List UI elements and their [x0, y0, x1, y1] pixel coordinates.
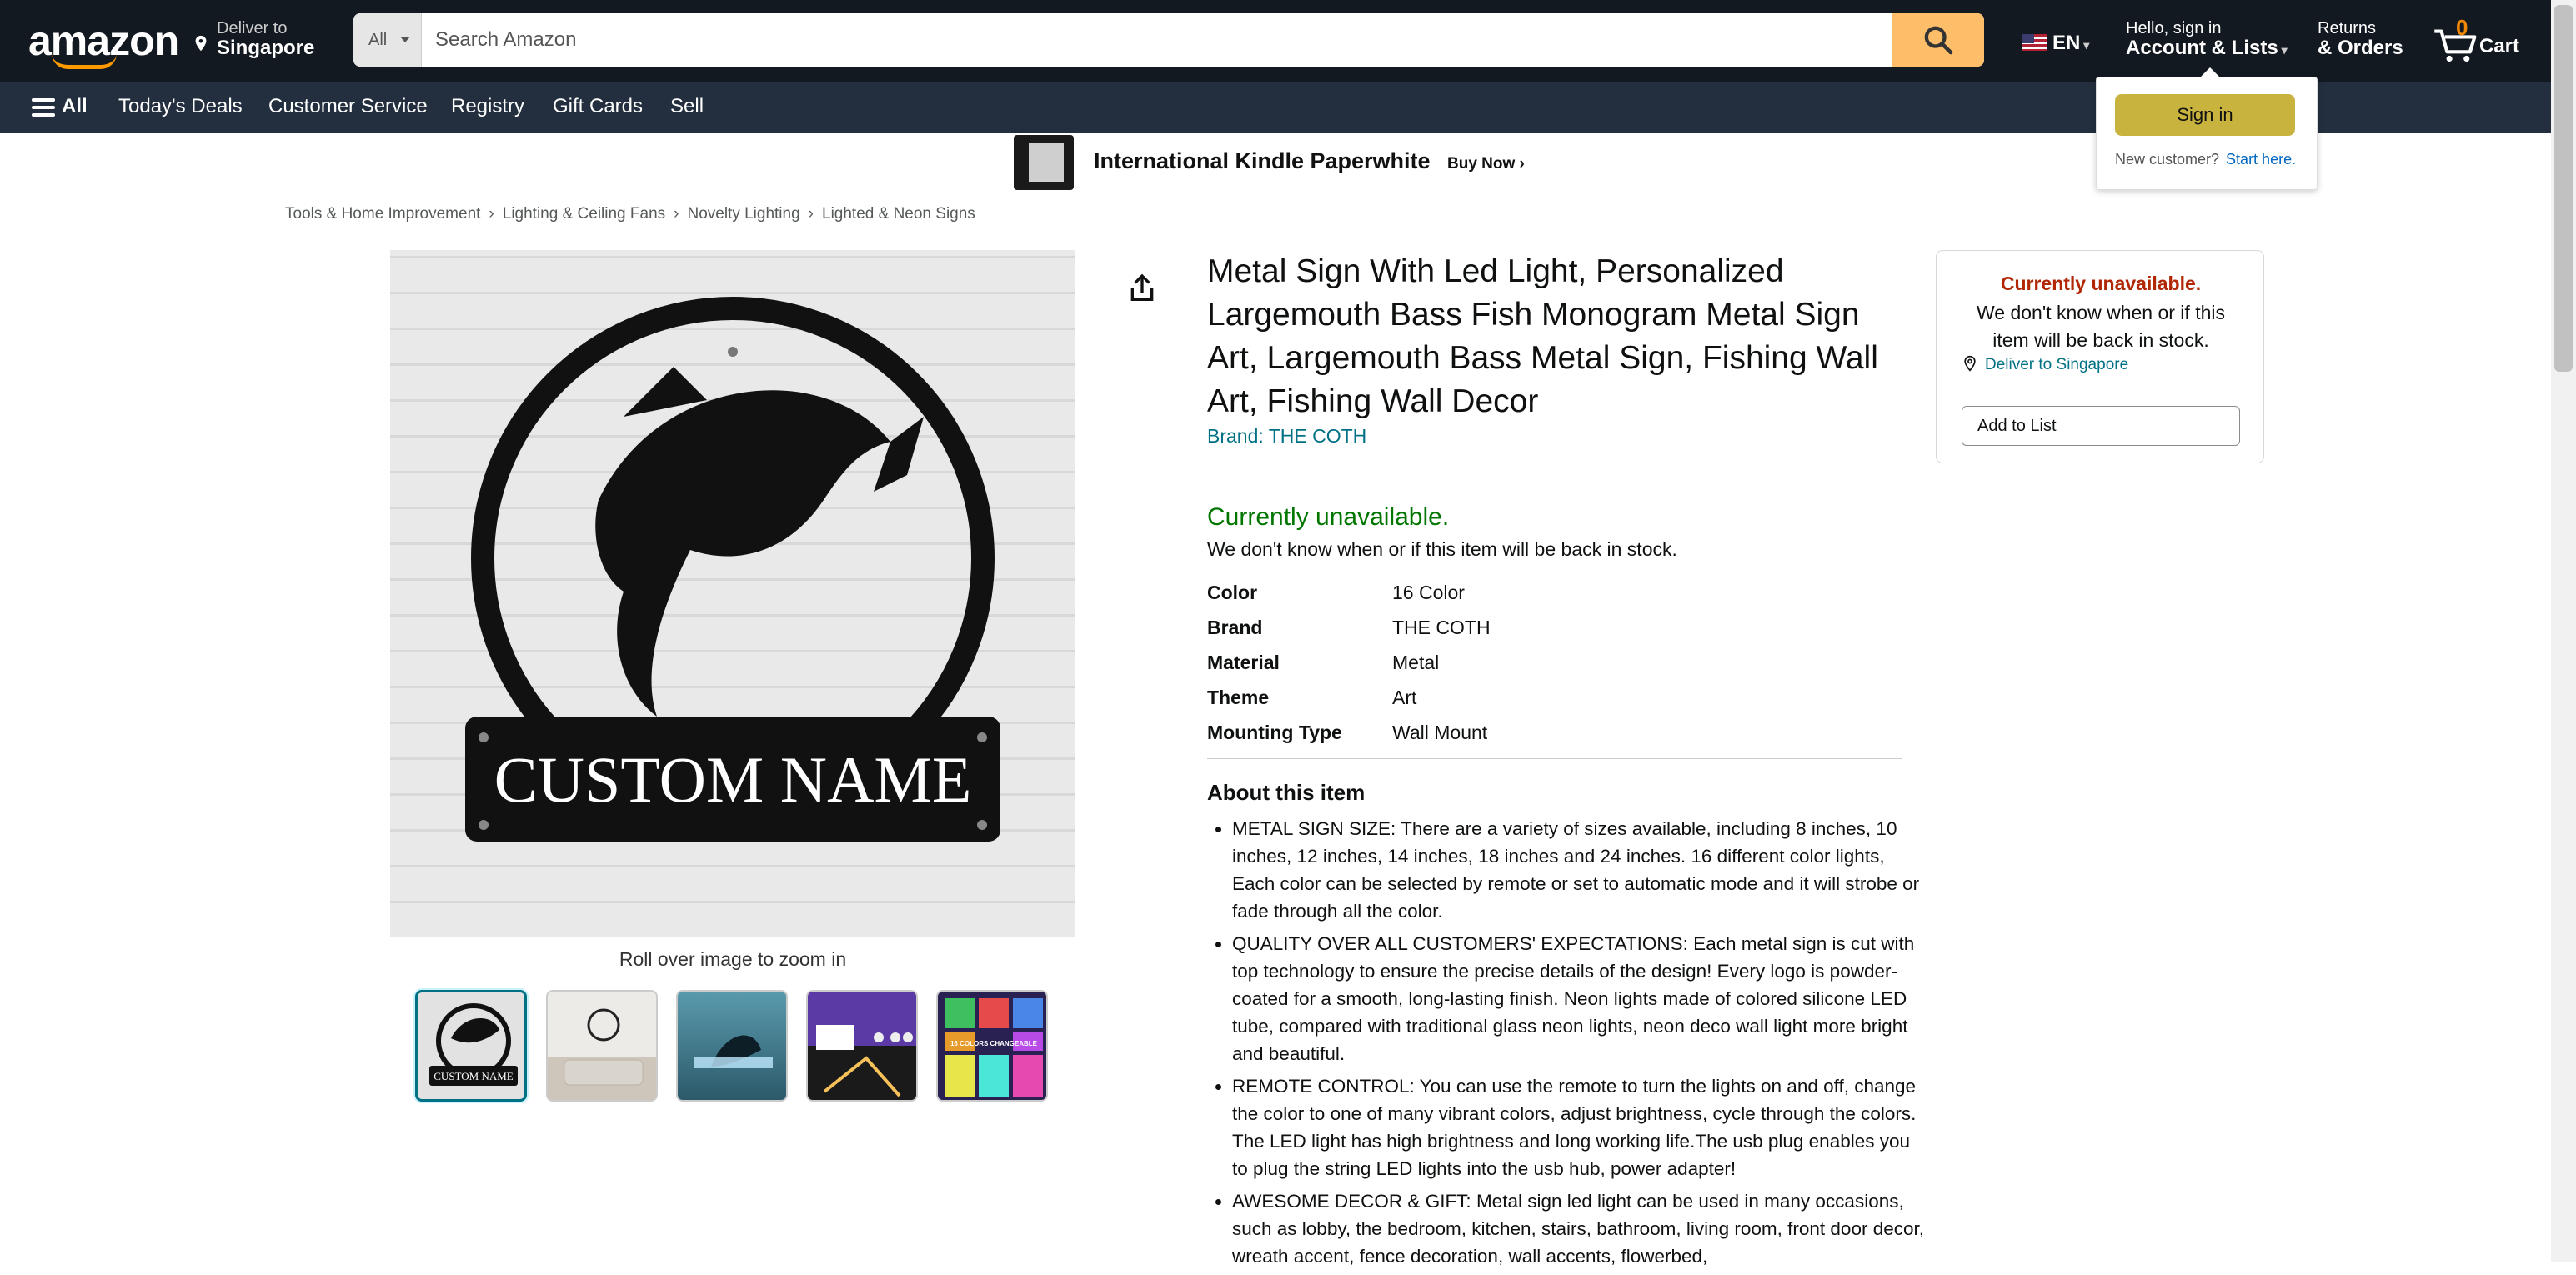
deliver-label: Deliver to	[217, 19, 288, 38]
sign-text: CUSTOM NAME	[494, 743, 972, 816]
cart-icon	[2434, 29, 2477, 62]
cart-button[interactable]: 0 Cart	[2431, 15, 2524, 65]
top-nav-bar: amazon Deliver to Singapore All EN ▾ Hel…	[0, 0, 2576, 82]
amazon-logo-smile	[52, 53, 117, 69]
start-here-link[interactable]: Start here.	[2226, 151, 2296, 168]
thumbnail-bass-image: CUSTOM NAME	[429, 1003, 518, 1086]
nav-todays-deals[interactable]: Today's Deals	[118, 95, 243, 118]
hamburger-menu-icon[interactable]	[32, 98, 55, 117]
signin-flyout: Sign in New customer? Start here.	[2096, 68, 2318, 190]
search-button[interactable]	[1892, 13, 1984, 67]
search-input[interactable]	[422, 13, 1892, 67]
caret-down-icon	[399, 37, 410, 42]
bullet-item: AWESOME DECOR & GIFT: Metal sign led lig…	[1232, 1188, 1927, 1270]
deliver-location: Singapore	[217, 37, 315, 59]
zoom-hint: Roll over image to zoom in	[619, 948, 847, 970]
thumbnail-livingroom-image	[564, 1008, 644, 1086]
page-scrollbar[interactable]	[2551, 0, 2576, 1262]
spec-value: 16 Color	[1392, 582, 1465, 603]
banner-title[interactable]: International Kindle Paperwhite	[1094, 148, 1431, 174]
search-bar: All	[353, 13, 1984, 67]
breadcrumb-separator: ›	[674, 205, 679, 222]
buybox-status: Currently unavailable.	[2000, 272, 2202, 294]
about-bullets: METAL SIGN SIZE: There are a variety of …	[1207, 815, 1927, 1275]
thumbnail-2[interactable]	[546, 990, 658, 1102]
account-greeting: Hello, sign in	[2126, 19, 2222, 38]
divider	[1207, 758, 1902, 759]
thumbnail-5[interactable]: 16 COLORS CHANGEABLE	[936, 990, 1048, 1102]
main-product-image[interactable]: CUSTOM NAME	[390, 250, 1075, 937]
svg-text:CUSTOM NAME: CUSTOM NAME	[434, 1070, 514, 1082]
account-lists-menu[interactable]: Hello, sign in Account & Lists ▾	[2126, 18, 2288, 60]
bullet-item: QUALITY OVER ALL CUSTOMERS' EXPECTATIONS…	[1232, 930, 1927, 1068]
buybox-status-sub: We don't know when or if this item will …	[1976, 302, 2225, 351]
breadcrumb-separator: ›	[808, 205, 814, 222]
caret-down-icon: ▾	[2278, 43, 2288, 57]
location-pin-icon	[195, 35, 207, 52]
breadcrumb-separator: ›	[489, 205, 494, 222]
share-icon[interactable]	[1125, 272, 1159, 305]
thumbnail-4[interactable]	[806, 990, 918, 1102]
spec-key: Color	[1207, 582, 1258, 603]
cart-label: Cart	[2479, 35, 2520, 58]
thumbnail-neon-image	[694, 1035, 773, 1068]
availability-status: Currently unavailable.	[1207, 503, 1450, 531]
returns-orders-link[interactable]: Returns & Orders	[2318, 18, 2403, 58]
search-icon	[1924, 26, 1953, 55]
nav-registry[interactable]: Registry	[451, 95, 524, 118]
scrollbar-thumb[interactable]	[2554, 5, 2573, 372]
product-title: Metal Sign With Led Light, Personalized …	[1207, 253, 1878, 419]
search-category-dropdown[interactable]: All	[353, 13, 422, 67]
thumbnail-1[interactable]: CUSTOM NAME	[415, 990, 527, 1102]
about-heading: About this item	[1207, 780, 1366, 805]
nav-customer-service[interactable]: Customer Service	[268, 95, 428, 118]
caret-down-icon: ▾	[2080, 38, 2090, 52]
breadcrumb-item[interactable]: Novelty Lighting	[687, 205, 799, 222]
availability-sub: We don't know when or if this item will …	[1207, 538, 1677, 560]
nav-sell[interactable]: Sell	[670, 95, 704, 118]
svg-text:16 COLORS CHANGEABLE: 16 COLORS CHANGEABLE	[950, 1040, 1038, 1048]
brand-link[interactable]: Brand: THE COTH	[1207, 425, 1366, 448]
spec-key: Mounting Type	[1207, 722, 1342, 743]
spec-value: THE COTH	[1392, 617, 1491, 638]
language-selector[interactable]: EN ▾	[2022, 32, 2089, 55]
thumbnail-colors-image: 16 COLORS CHANGEABLE	[945, 998, 1043, 1097]
breadcrumb-item[interactable]: Lighted & Neon Signs	[822, 205, 975, 222]
bass-sign-illustration: CUSTOM NAME	[465, 297, 1000, 842]
spec-key: Theme	[1207, 687, 1270, 708]
deliver-to-button[interactable]: Deliver to Singapore	[217, 18, 314, 58]
new-customer-text: New customer? Start here.	[2115, 151, 2297, 168]
account-lists-label: Account & Lists	[2126, 37, 2278, 59]
all-menu-button[interactable]: All	[62, 95, 88, 118]
spec-value: Art	[1392, 687, 1417, 708]
kindle-device-image[interactable]	[1014, 135, 1074, 190]
bullet-item: METAL SIGN SIZE: There are a variety of …	[1232, 815, 1927, 925]
buybox-deliver-link[interactable]: Deliver to Singapore	[1962, 354, 2128, 374]
bullet-item: REMOTE CONTROL: You can use the remote t…	[1232, 1072, 1927, 1182]
banner-buy-now-link[interactable]: Buy Now ›	[1447, 155, 1525, 173]
buy-box: Currently unavailable. We don't know whe…	[1936, 250, 2264, 463]
breadcrumb-item[interactable]: Lighting & Ceiling Fans	[503, 205, 665, 222]
breadcrumb-item[interactable]: Tools & Home Improvement	[285, 205, 480, 222]
add-to-list-button[interactable]: Add to List	[1962, 406, 2240, 446]
spec-key: Material	[1207, 652, 1280, 673]
thumbnail-remote-image	[816, 1025, 913, 1098]
nav-gift-cards[interactable]: Gift Cards	[553, 95, 643, 118]
cart-count: 0	[2456, 15, 2468, 40]
location-pin-icon	[1964, 355, 1976, 372]
spec-value: Metal	[1392, 652, 1440, 673]
thumbnail-3[interactable]	[676, 990, 788, 1102]
breadcrumb: Tools & Home Improvement › Lighting & Ceil…	[285, 205, 975, 223]
spec-key: Brand	[1207, 617, 1263, 638]
signin-button[interactable]: Sign in	[2115, 94, 2295, 136]
us-flag-icon	[2022, 34, 2047, 51]
spec-value: Wall Mount	[1392, 722, 1488, 743]
